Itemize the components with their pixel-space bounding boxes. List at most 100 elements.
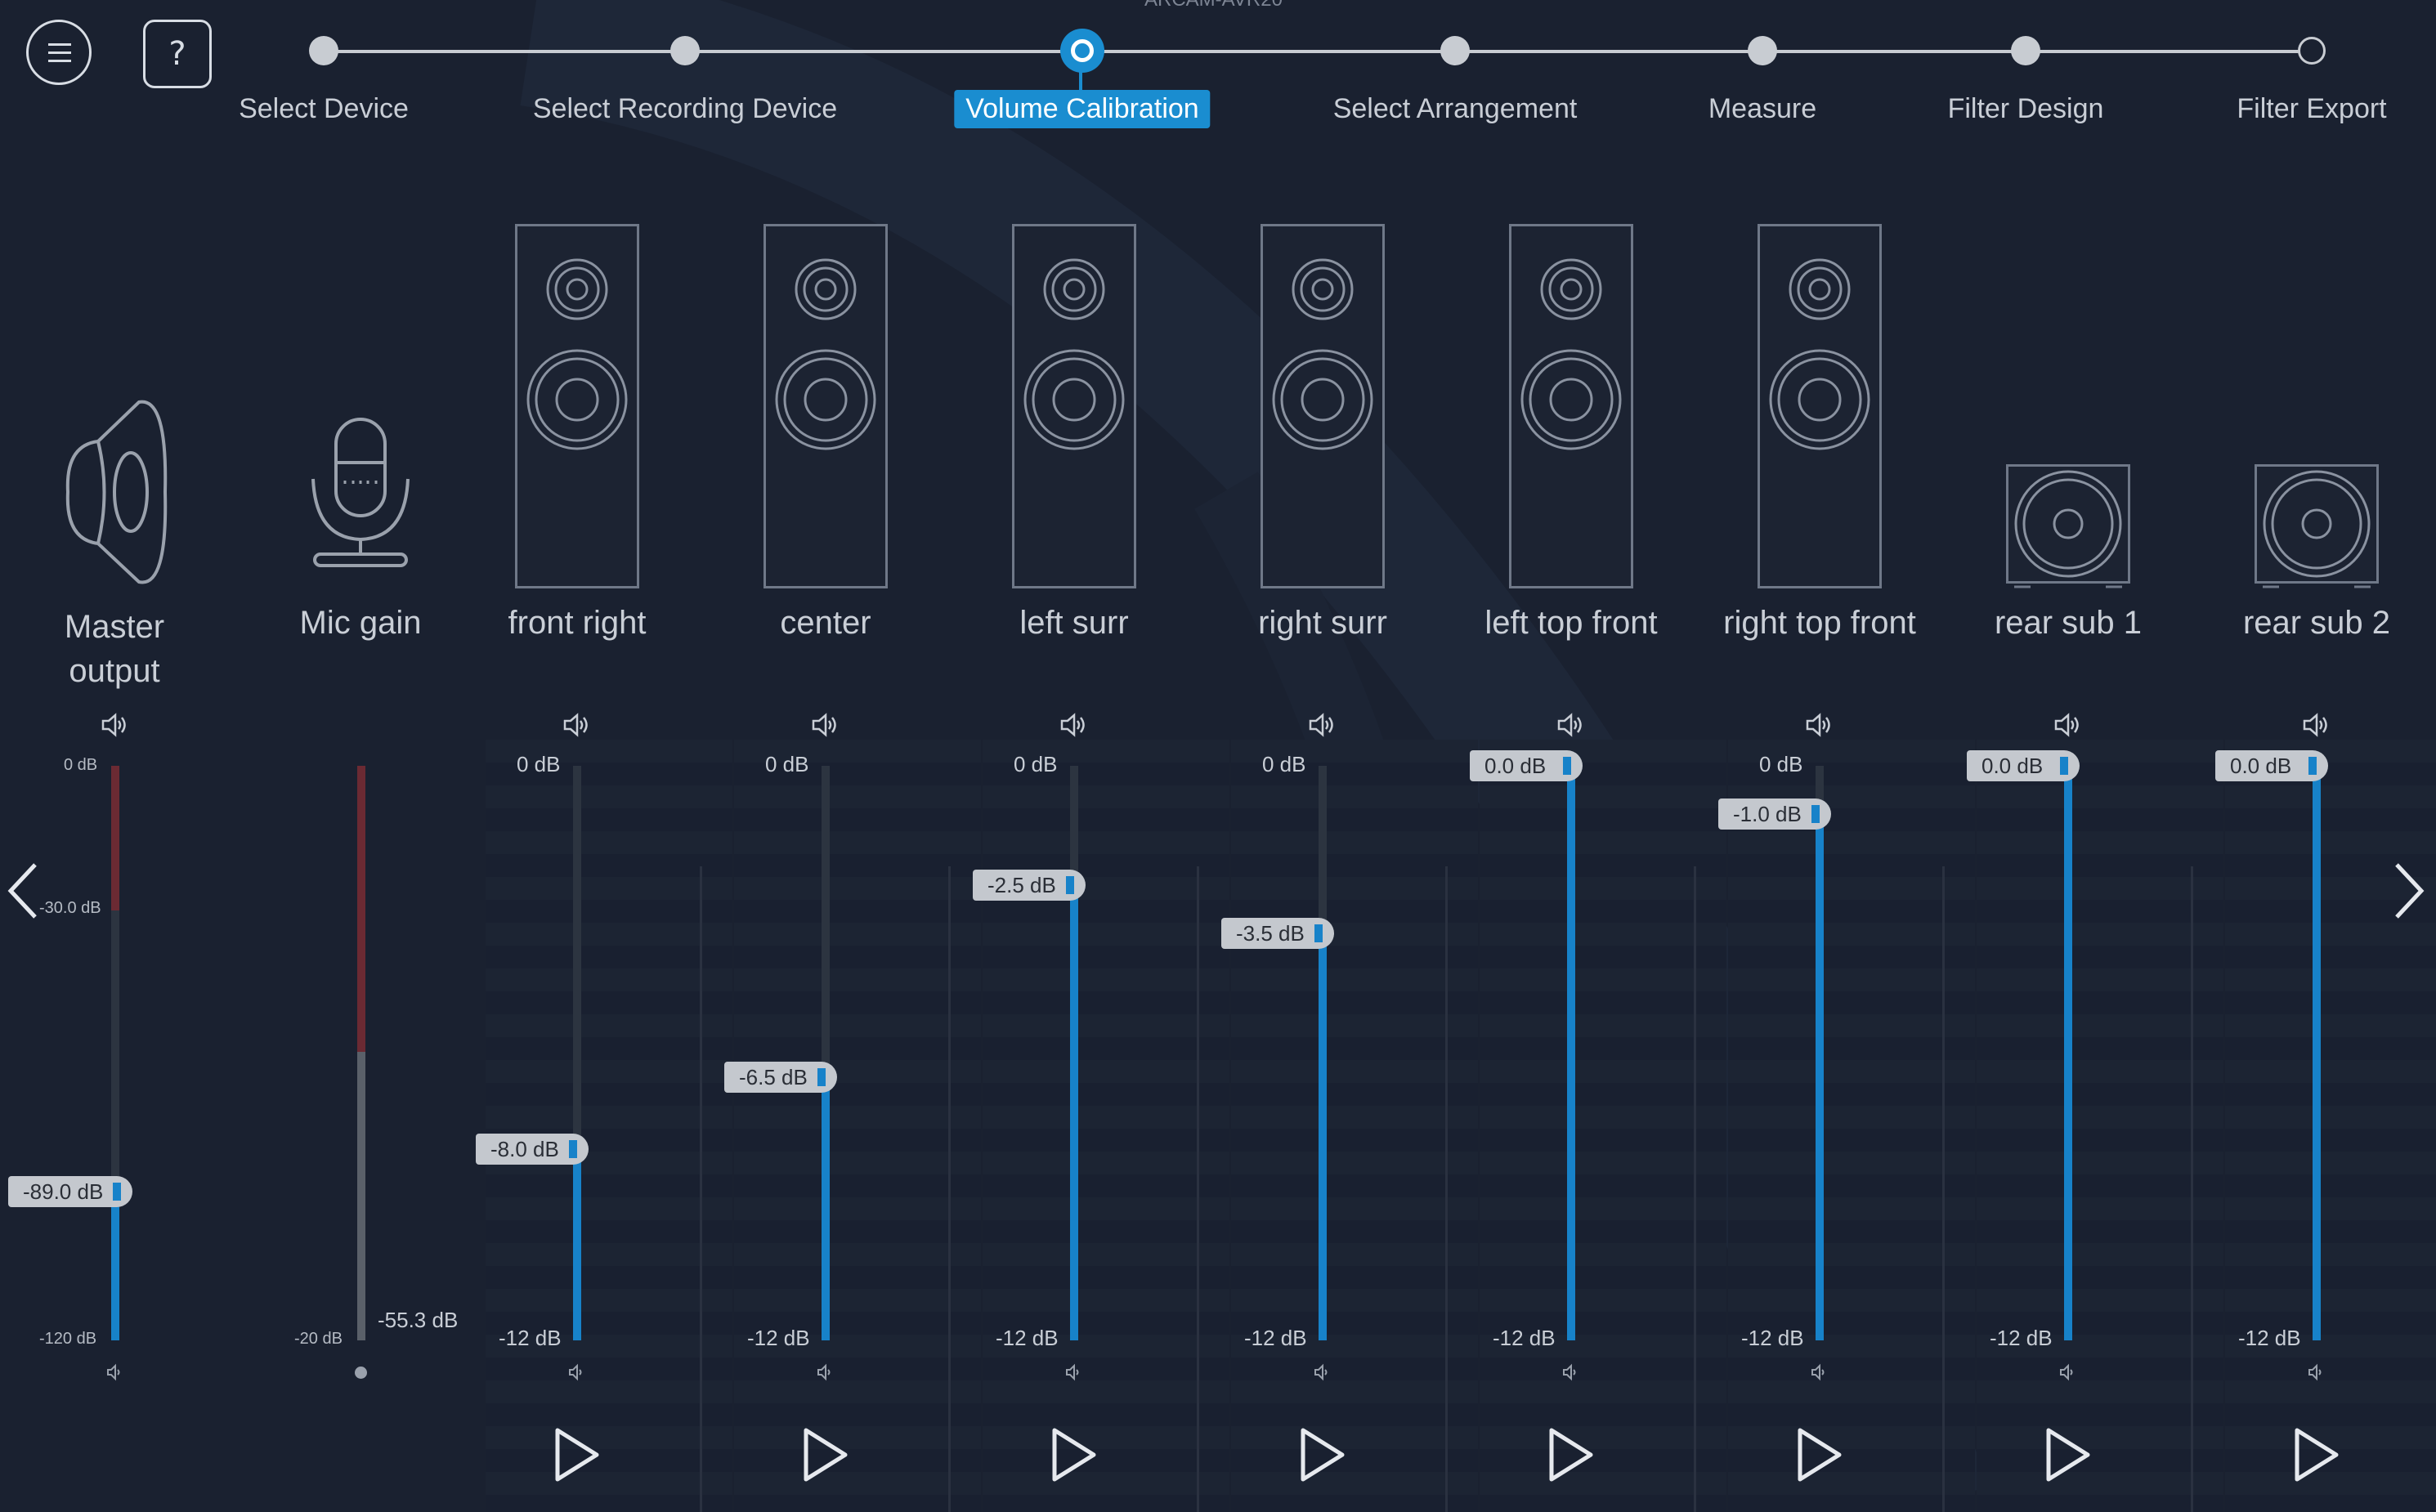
channel-column xyxy=(2225,740,2436,1512)
subwoofer-icon xyxy=(2255,464,2379,588)
volume-low-icon[interactable] xyxy=(2308,1363,2326,1381)
slider-handle[interactable]: -6.5 dB xyxy=(724,1061,837,1093)
channel-name: rear sub 1 xyxy=(1994,605,2143,641)
column-separator xyxy=(1197,866,1199,1512)
channel-name: left top front xyxy=(1484,605,1658,641)
play-test-tone-button[interactable] xyxy=(2044,1426,2093,1483)
play-test-tone-button[interactable] xyxy=(553,1426,602,1483)
volume-low-icon[interactable] xyxy=(1314,1363,1332,1381)
device-name: ARCAM-AVR20 xyxy=(1144,0,1283,11)
master-fill xyxy=(111,1192,119,1340)
slider-bottom-label: -12 dB xyxy=(2238,1326,2301,1350)
channel-name: front right xyxy=(508,605,647,641)
channel-name: right top front xyxy=(1723,605,1916,641)
next-arrow-icon[interactable] xyxy=(2387,858,2428,924)
column-separator xyxy=(1445,866,1448,1512)
slider-handle[interactable]: 0.0 dB xyxy=(1967,750,2080,781)
step-dot-2[interactable] xyxy=(1060,29,1104,73)
subwoofer-icon xyxy=(2006,464,2130,588)
slider-bottom-label: -12 dB xyxy=(1244,1326,1307,1350)
volume-low-icon[interactable] xyxy=(1562,1363,1580,1381)
volume-loud-icon[interactable] xyxy=(2303,713,2331,737)
step-label-6[interactable]: Filter Export xyxy=(2237,93,2386,125)
channel-name: rear sub 2 xyxy=(2242,605,2391,641)
channel-column xyxy=(983,740,1229,1512)
step-label-3[interactable]: Select Arrangement xyxy=(1333,93,1578,125)
volume-loud-icon[interactable] xyxy=(1806,713,1834,737)
play-test-tone-button[interactable] xyxy=(1050,1426,1099,1483)
volume-loud-icon xyxy=(101,713,126,737)
master-mid-label: -30.0 dB xyxy=(39,899,101,917)
slider-fill xyxy=(1816,813,1824,1340)
mic-reading: -55.3 dB xyxy=(378,1308,459,1332)
volume-low-icon[interactable] xyxy=(2059,1363,2077,1381)
master-slider-handle[interactable]: -89.0 dB xyxy=(8,1176,132,1208)
step-dot-6[interactable] xyxy=(2298,37,2326,65)
step-dot-5[interactable] xyxy=(2011,36,2040,65)
step-label-2[interactable]: Volume Calibration xyxy=(954,90,1211,128)
step-label-5[interactable]: Filter Design xyxy=(1948,93,2104,125)
slider-fill xyxy=(822,1076,830,1340)
tower-speaker-icon xyxy=(763,224,888,588)
slider-handle[interactable]: -8.0 dB xyxy=(476,1133,589,1165)
step-label-4[interactable]: Measure xyxy=(1708,93,1816,125)
slider-top-label: 0 dB xyxy=(1262,752,1306,776)
volume-loud-icon[interactable] xyxy=(1557,713,1585,737)
play-test-tone-button[interactable] xyxy=(801,1426,850,1483)
play-test-tone-button[interactable] xyxy=(1298,1426,1347,1483)
menu-button[interactable] xyxy=(26,20,92,85)
slider-handle[interactable]: -3.5 dB xyxy=(1221,918,1334,950)
slider-top-label: 0 dB xyxy=(765,752,809,776)
step-dot-3[interactable] xyxy=(1440,36,1470,65)
play-test-tone-button[interactable] xyxy=(1547,1426,1596,1483)
channel-column xyxy=(486,740,732,1512)
step-label-1[interactable]: Select Recording Device xyxy=(533,93,837,125)
step-dot-4[interactable] xyxy=(1748,36,1777,65)
play-test-tone-button[interactable] xyxy=(1795,1426,1844,1483)
master-output-label: Master output xyxy=(64,609,165,689)
volume-loud-icon[interactable] xyxy=(1060,713,1088,737)
slider-handle[interactable]: 0.0 dB xyxy=(2215,750,2328,781)
mic-bottom-label: -20 dB xyxy=(294,1330,343,1348)
slider-top-label: 0 dB xyxy=(1014,752,1058,776)
slider-handle[interactable]: -1.0 dB xyxy=(1718,798,1831,830)
mic-clip-zone xyxy=(357,766,365,1052)
mic-level-meter xyxy=(357,1052,365,1340)
column-separator xyxy=(1942,866,1945,1512)
slider-handle[interactable]: -2.5 dB xyxy=(973,870,1086,901)
slider-bottom-label: -12 dB xyxy=(1990,1326,2053,1350)
column-separator xyxy=(2191,866,2193,1512)
slider-bottom-label: -12 dB xyxy=(747,1326,810,1350)
volume-low-icon[interactable] xyxy=(1065,1363,1083,1381)
slider-top-label: 0 dB xyxy=(1759,752,1803,776)
tower-speaker-icon xyxy=(1261,224,1385,588)
step-dot-1[interactable] xyxy=(670,36,700,65)
channel-column xyxy=(1728,740,1975,1512)
volume-low-icon[interactable] xyxy=(568,1363,586,1381)
help-button[interactable]: ? xyxy=(143,20,212,88)
slider-bottom-label: -12 dB xyxy=(996,1326,1059,1350)
slider-bottom-label: -12 dB xyxy=(1741,1326,1804,1350)
volume-loud-icon[interactable] xyxy=(812,713,840,737)
volume-loud-icon[interactable] xyxy=(563,713,591,737)
volume-loud-icon[interactable] xyxy=(1309,713,1337,737)
previous-arrow-icon[interactable] xyxy=(4,858,45,924)
slider-fill xyxy=(1070,885,1078,1340)
column-separator xyxy=(1694,866,1696,1512)
volume-low-icon[interactable] xyxy=(817,1363,835,1381)
slider-bottom-label: -12 dB xyxy=(499,1326,562,1350)
step-label-0[interactable]: Select Device xyxy=(239,93,409,125)
channel-column xyxy=(1977,740,2223,1512)
column-separator xyxy=(700,866,702,1512)
volume-loud-icon[interactable] xyxy=(2054,713,2082,737)
channel-name: center xyxy=(780,605,871,641)
channel-column xyxy=(1231,740,1478,1512)
step-stem xyxy=(1079,70,1082,92)
slider-handle[interactable]: 0.0 dB xyxy=(1470,750,1583,781)
slider-fill xyxy=(1319,933,1327,1340)
microphone-icon xyxy=(311,418,410,567)
tower-speaker-icon xyxy=(1509,224,1633,588)
volume-low-icon[interactable] xyxy=(1811,1363,1829,1381)
step-dot-0[interactable] xyxy=(309,36,338,65)
play-test-tone-button[interactable] xyxy=(2292,1426,2341,1483)
